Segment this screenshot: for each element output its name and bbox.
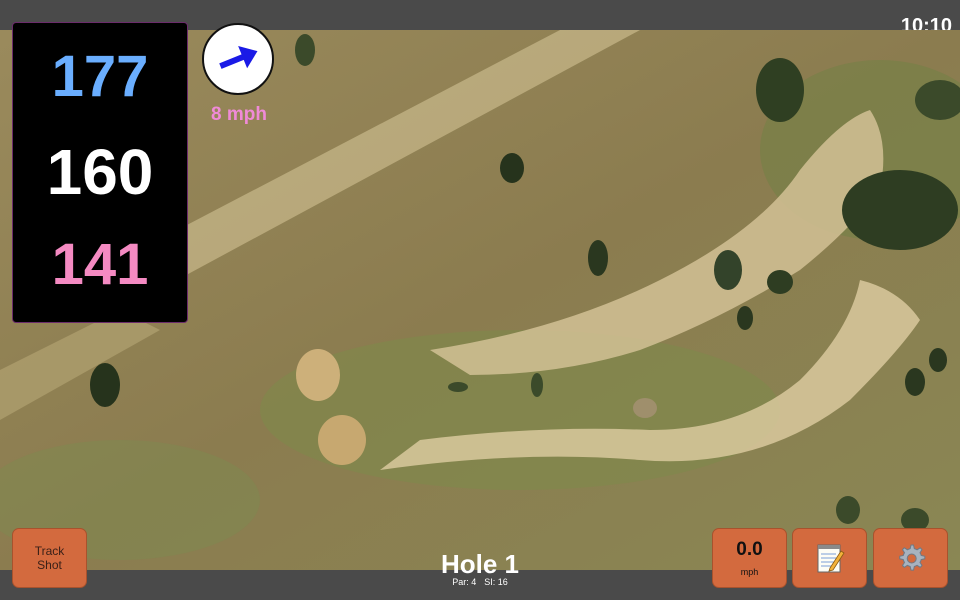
front-distance: 141 (51, 232, 149, 297)
speed-unit: mph (740, 567, 759, 577)
stroke-index-label: SI: 16 (484, 577, 508, 587)
speed-value: 0.0 (736, 539, 763, 560)
wind-indicator (202, 23, 274, 95)
wind-speed-label: 8 mph (211, 104, 267, 125)
distance-panel: 177 160 141 (12, 22, 188, 323)
notepad-icon (817, 544, 845, 573)
notes-button[interactable] (792, 528, 867, 588)
par-label: Par: 4 (452, 577, 477, 587)
settings-button[interactable] (873, 528, 948, 588)
wind-arrow-icon (219, 46, 258, 69)
speed-button[interactable]: 0.0 mph (712, 528, 787, 588)
middle-distance: 160 (46, 136, 154, 208)
gear-icon (898, 544, 925, 571)
track-shot-line1: Track (34, 544, 65, 558)
track-shot-button[interactable]: Track Shot (12, 528, 87, 588)
track-shot-line2: Shot (37, 558, 62, 572)
hole-title: Hole 1 (440, 549, 520, 579)
back-distance: 177 (51, 44, 149, 109)
hole-info: Par: 4 SI: 16 (380, 577, 580, 587)
